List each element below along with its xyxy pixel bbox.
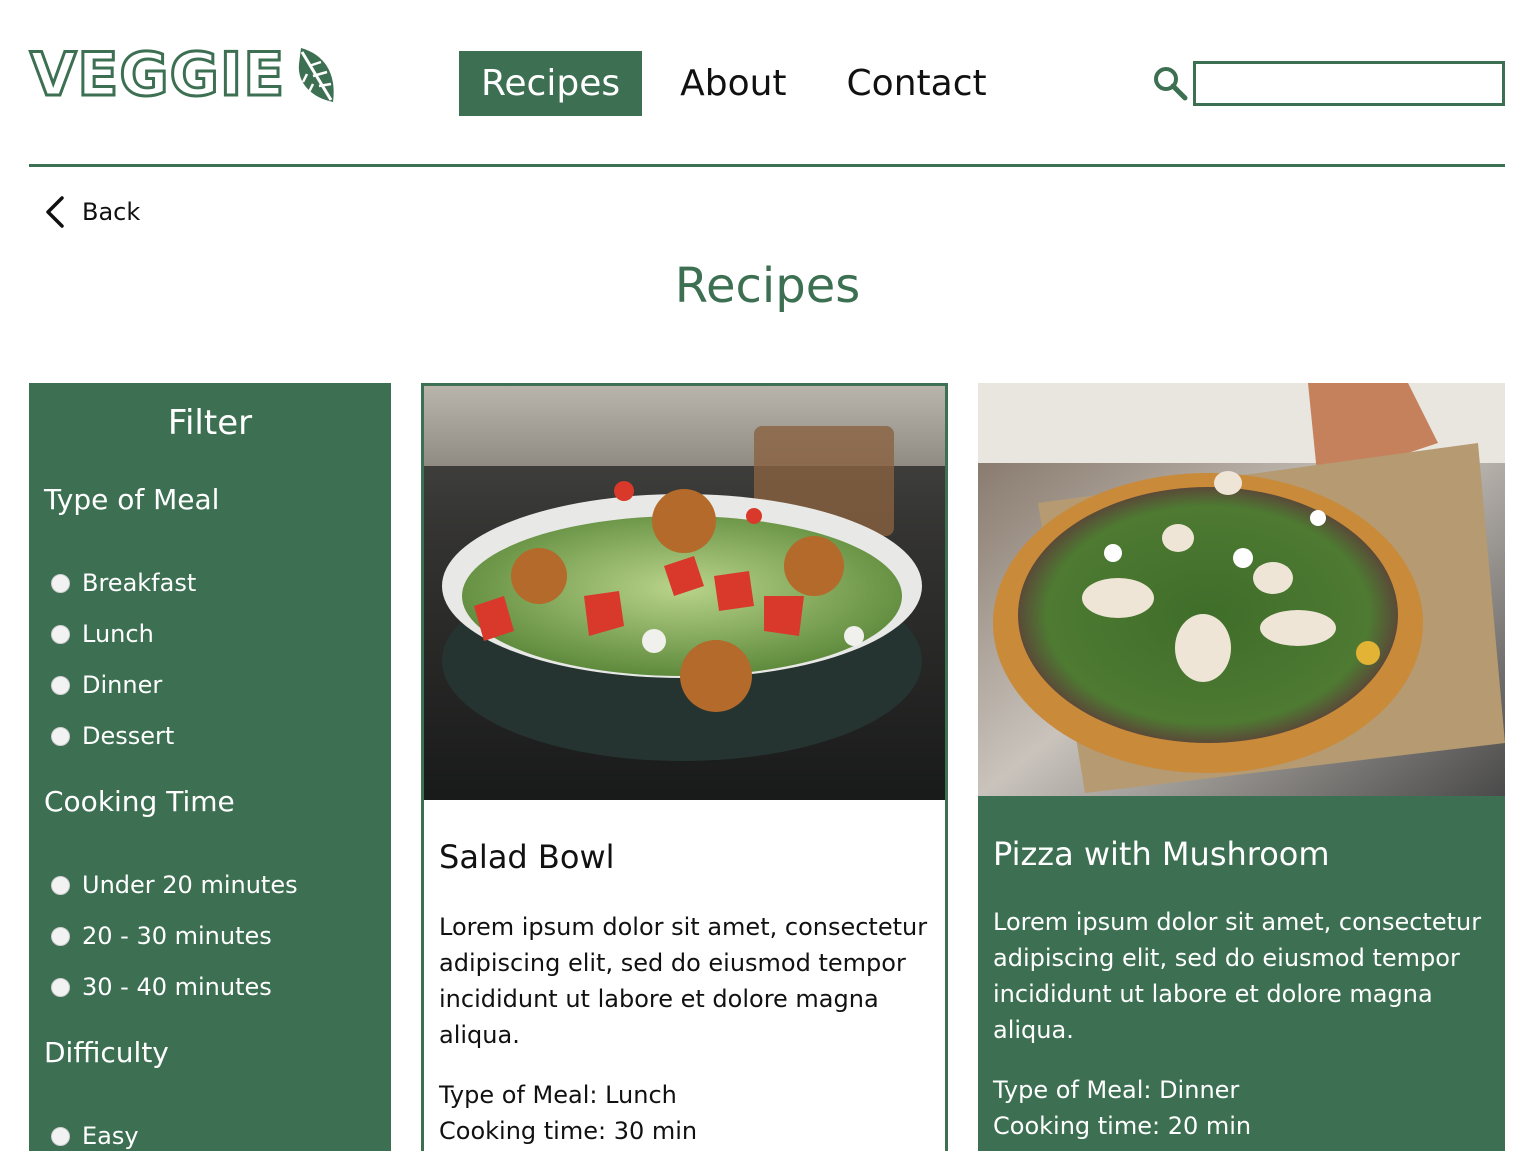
back-label: Back bbox=[82, 198, 141, 226]
recipe-meal-type: Type of Meal: Dinner bbox=[993, 1076, 1240, 1104]
salad-bowl-image bbox=[424, 386, 945, 800]
filter-option-label: Easy bbox=[82, 1122, 139, 1150]
radio-button[interactable] bbox=[51, 624, 70, 644]
recipe-card-salad-bowl[interactable]: Salad Bowl Lorem ipsum dolor sit amet, c… bbox=[421, 383, 948, 1151]
filter-option-lunch[interactable]: Lunch bbox=[51, 620, 154, 648]
filter-option-label: 30 - 40 minutes bbox=[82, 973, 272, 1001]
mushroom-pizza-image bbox=[978, 383, 1505, 796]
filter-option-dinner[interactable]: Dinner bbox=[51, 671, 162, 699]
search-input[interactable] bbox=[1193, 61, 1505, 106]
filter-option-under-20[interactable]: Under 20 minutes bbox=[51, 871, 298, 899]
radio-button[interactable] bbox=[51, 573, 70, 593]
chevron-left-icon bbox=[46, 196, 64, 228]
nav-about[interactable]: About bbox=[658, 51, 808, 116]
radio-button[interactable] bbox=[51, 675, 70, 695]
filter-option-easy[interactable]: Easy bbox=[51, 1122, 139, 1150]
radio-button[interactable] bbox=[51, 875, 70, 895]
filter-group-title-meal: Type of Meal bbox=[44, 483, 220, 516]
filter-option-dessert[interactable]: Dessert bbox=[51, 722, 174, 750]
recipe-description: Lorem ipsum dolor sit amet, consectetur … bbox=[439, 913, 928, 1049]
page-title: Recipes bbox=[674, 258, 861, 314]
recipe-title[interactable]: Pizza with Mushroom bbox=[993, 835, 1330, 873]
back-link[interactable]: Back bbox=[40, 194, 140, 230]
filter-option-30-40[interactable]: 30 - 40 minutes bbox=[51, 973, 272, 1001]
header-divider bbox=[29, 164, 1505, 167]
radio-button[interactable] bbox=[51, 926, 70, 946]
filter-panel: Filter Type of Meal Breakfast Lunch Dinn… bbox=[29, 383, 391, 1151]
filter-option-label: Breakfast bbox=[82, 569, 197, 597]
filter-option-breakfast[interactable]: Breakfast bbox=[51, 569, 196, 597]
recipe-cooking-time: Cooking time: 30 min bbox=[439, 1117, 698, 1145]
nav-recipes[interactable]: Recipes bbox=[459, 51, 643, 116]
radio-button[interactable] bbox=[51, 726, 70, 746]
radio-button[interactable] bbox=[51, 977, 70, 997]
logo-text: VEGGIE bbox=[28, 39, 286, 112]
filter-option-label: Dinner bbox=[82, 671, 163, 699]
filter-title: Filter bbox=[167, 403, 253, 443]
main-nav: Recipes About Contact bbox=[459, 51, 1025, 116]
filter-option-label: Lunch bbox=[82, 620, 154, 648]
filter-option-label: Under 20 minutes bbox=[82, 871, 298, 899]
filter-option-label: Dessert bbox=[82, 722, 175, 750]
radio-button[interactable] bbox=[51, 1126, 70, 1146]
site-header: VEGGIE Recipes About Contact bbox=[0, 0, 1535, 168]
recipe-cooking-time: Cooking time: 20 min bbox=[993, 1112, 1252, 1140]
search-icon[interactable] bbox=[1151, 64, 1189, 102]
filter-group-title-time: Cooking Time bbox=[44, 785, 235, 818]
recipe-description: Lorem ipsum dolor sit amet, consectetur … bbox=[993, 908, 1482, 1044]
recipe-card-pizza[interactable]: Pizza with Mushroom Lorem ipsum dolor si… bbox=[978, 383, 1505, 1151]
recipe-meal-type: Type of Meal: Lunch bbox=[439, 1081, 677, 1109]
logo[interactable]: VEGGIE bbox=[28, 39, 339, 112]
recipe-title[interactable]: Salad Bowl bbox=[439, 838, 615, 876]
filter-option-20-30[interactable]: 20 - 30 minutes bbox=[51, 922, 272, 950]
filter-option-label: 20 - 30 minutes bbox=[82, 922, 272, 950]
leaf-icon bbox=[299, 48, 334, 102]
nav-contact[interactable]: Contact bbox=[825, 51, 1009, 116]
filter-group-title-difficulty: Difficulty bbox=[44, 1036, 169, 1069]
